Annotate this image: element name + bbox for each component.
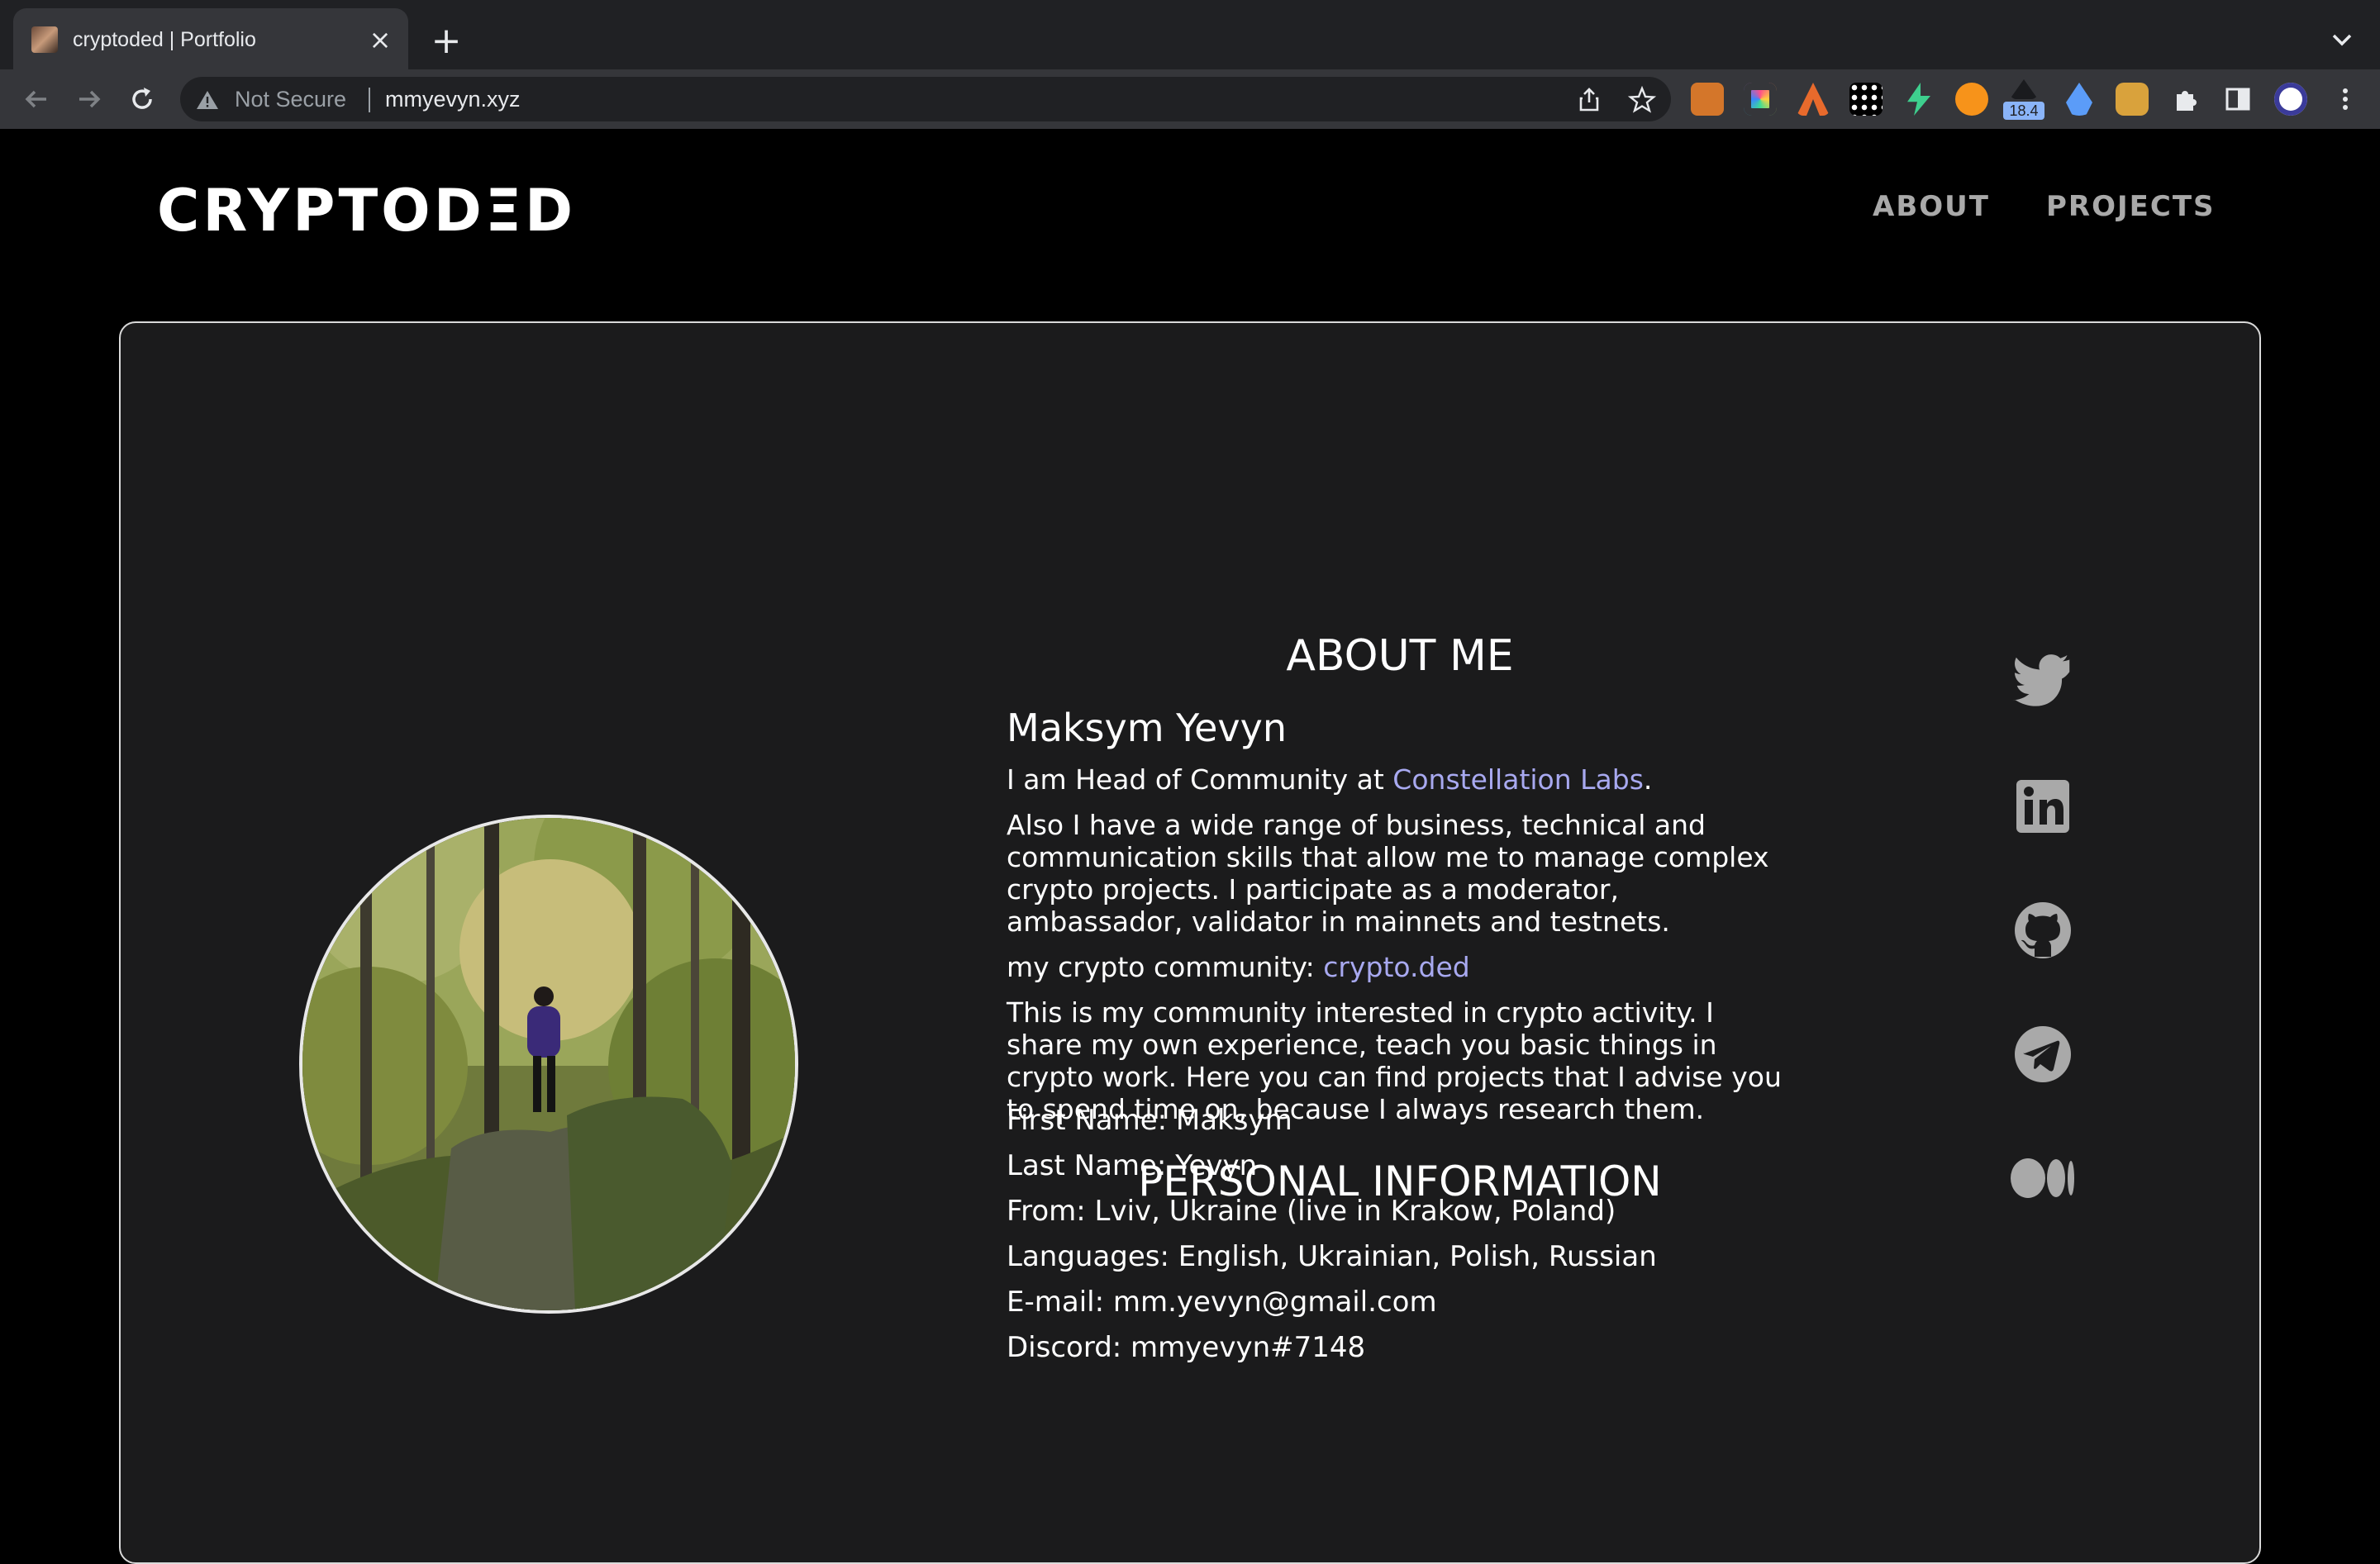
constellation-labs-link[interactable]: Constellation Labs xyxy=(1392,763,1644,796)
skills-line: ambassador, validator in mainnets and te… xyxy=(1007,906,1670,938)
forward-arrow-icon[interactable] xyxy=(71,81,107,117)
bookmark-star-icon[interactable] xyxy=(1628,86,1656,114)
ring-extension-icon[interactable] xyxy=(1744,83,1777,116)
grid-extension-icon[interactable] xyxy=(1849,83,1883,116)
nav-projects[interactable]: PROJECTS xyxy=(2046,188,2216,225)
site-logo[interactable]: CRYPTODΞD xyxy=(157,174,576,248)
info-last-name: Last Name: Yevyn xyxy=(1007,1149,1258,1182)
reload-icon[interactable] xyxy=(124,81,160,117)
about-heading: ABOUT ME xyxy=(1286,631,1514,681)
close-tab-icon[interactable]: × xyxy=(364,23,397,56)
community-text-line: crypto work. Here you can find projects … xyxy=(1007,1061,1782,1093)
skills-line: Also I have a wide range of business, te… xyxy=(1007,809,1706,841)
more-menu-icon[interactable] xyxy=(2329,83,2362,116)
warning-icon[interactable] xyxy=(195,88,220,112)
community-prefix: my crypto community: xyxy=(1007,951,1324,983)
profile-avatar[interactable] xyxy=(2274,83,2307,116)
intro-paragraph: I am Head of Community at Constellation … xyxy=(1007,763,1808,796)
web-page: CRYPTODΞD ABOUT PROJECTS ABOUT ME Maksym… xyxy=(0,131,2380,1564)
community-text-line: This is my community interested in crypt… xyxy=(1007,996,1714,1029)
community-line: my crypto community: crypto.ded xyxy=(1007,951,1808,983)
lion-extension-icon[interactable] xyxy=(2116,83,2149,116)
skills-line: crypto projects. I participate as a mode… xyxy=(1007,873,1619,906)
medium-icon[interactable] xyxy=(2010,1145,2076,1211)
site-favicon xyxy=(31,26,58,53)
intro-suffix: . xyxy=(1643,763,1653,796)
side-panel-icon[interactable] xyxy=(2221,83,2254,116)
share-icon[interactable] xyxy=(1575,86,1603,114)
info-first-name: First Name: Maksym xyxy=(1007,1104,1292,1137)
skills-paragraph: Also I have a wide range of business, te… xyxy=(1007,809,1808,938)
community-text-line: share my own experience, teach you basic… xyxy=(1007,1029,1717,1061)
coin-extension-icon[interactable] xyxy=(1955,83,1988,116)
intro-prefix: I am Head of Community at xyxy=(1007,763,1393,796)
tab-title: cryptoded | Portfolio xyxy=(73,28,256,51)
url-text[interactable]: mmyevyn.xyz xyxy=(385,85,521,113)
tab-search-chevron-icon[interactable] xyxy=(2325,23,2359,56)
fox-extension-icon[interactable] xyxy=(1691,83,1724,116)
twitter-icon[interactable] xyxy=(2010,649,2076,715)
crypto-ded-link[interactable]: crypto.ded xyxy=(1323,951,1469,983)
telegram-icon[interactable] xyxy=(2010,1021,2076,1087)
new-tab-button[interactable]: + xyxy=(426,21,466,61)
linkedin-icon[interactable] xyxy=(2010,773,2076,839)
puzzle-icon[interactable] xyxy=(2170,83,2203,116)
profile-photo xyxy=(299,815,798,1314)
info-email: E-mail: mm.yevyn@gmail.com xyxy=(1007,1286,1437,1319)
info-languages: Languages: English, Ukrainian, Polish, R… xyxy=(1007,1240,1657,1273)
skills-line: communication skills that allow me to ma… xyxy=(1007,841,1769,873)
info-discord: Discord: mmyevyn#7148 xyxy=(1007,1331,1366,1364)
browser-tab[interactable]: cryptoded | Portfolio × xyxy=(13,8,408,69)
github-icon[interactable] xyxy=(2010,897,2076,963)
back-arrow-icon[interactable] xyxy=(18,81,55,117)
security-status[interactable]: Not Secure xyxy=(235,85,346,113)
info-from: From: Lviv, Ukraine (live in Krakow, Pol… xyxy=(1007,1195,1616,1228)
extension-badge: 18.4 xyxy=(2003,102,2044,120)
nav-about[interactable]: ABOUT xyxy=(1873,188,1990,225)
tab-strip: cryptoded | Portfolio × + xyxy=(0,0,2380,69)
profile-name: Maksym Yevyn xyxy=(1007,706,1288,750)
omnibox-separator xyxy=(369,88,370,112)
